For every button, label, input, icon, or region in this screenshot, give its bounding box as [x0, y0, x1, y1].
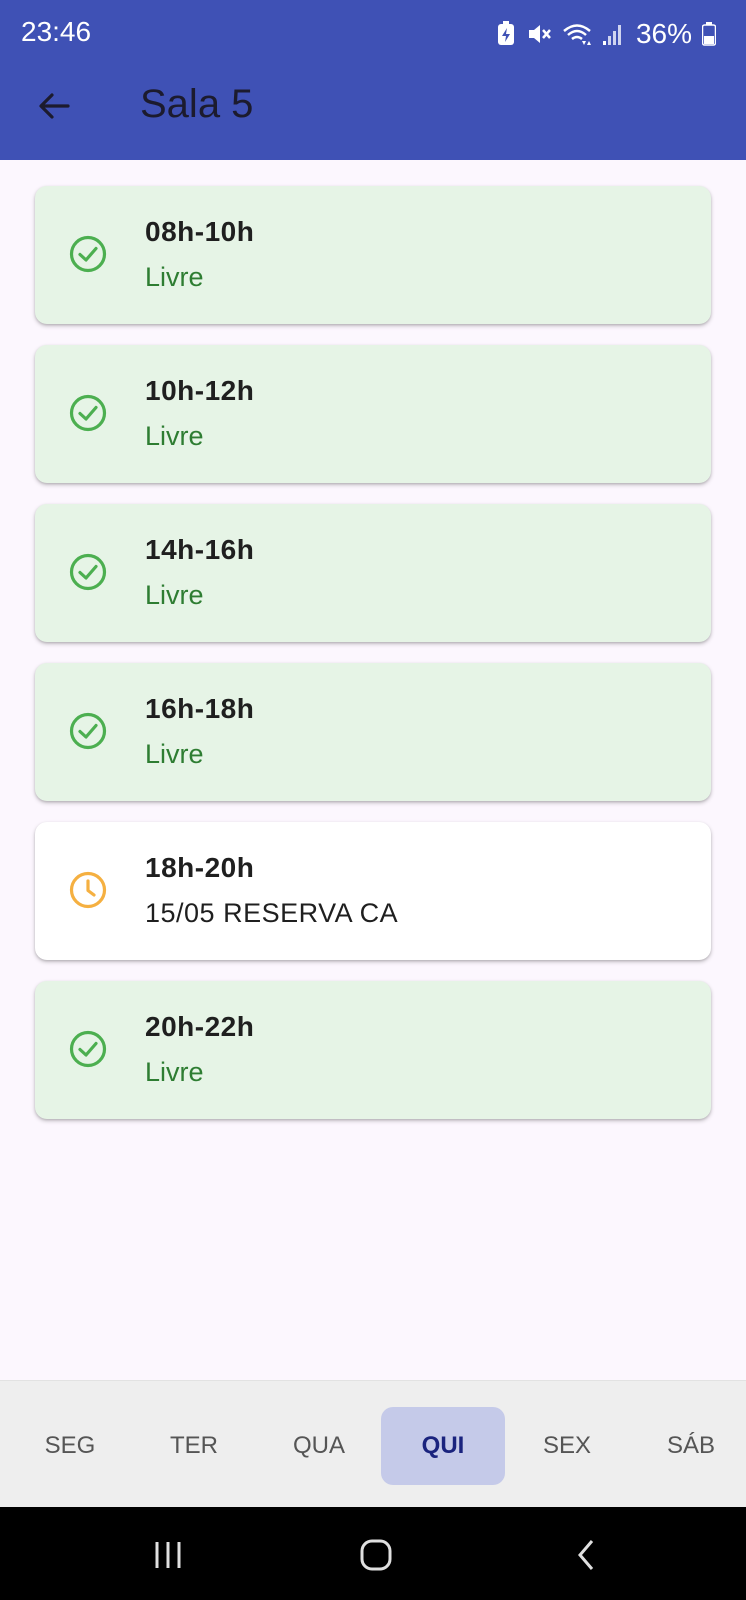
battery-icon: [702, 22, 716, 46]
recent-apps-icon: [155, 1542, 181, 1568]
slot-card[interactable]: 16h-18h Livre: [35, 663, 711, 801]
check-circle-icon: [69, 553, 107, 591]
status-icons: 36%: [496, 16, 716, 52]
tab-sex[interactable]: SEX: [505, 1407, 629, 1485]
wifi-icon: [562, 21, 592, 47]
battery-percent: 36%: [635, 18, 692, 49]
slot-card[interactable]: 14h-16h Livre: [35, 504, 711, 642]
check-circle-icon: [69, 394, 107, 432]
tab-ter[interactable]: TER: [132, 1407, 256, 1485]
check-circle-icon: [69, 712, 107, 750]
battery-saver-icon: [496, 21, 516, 47]
clock-icon: [69, 871, 107, 909]
tab-qua[interactable]: QUA: [257, 1407, 381, 1485]
slot-list: 08h-10h Livre 10h-12h Livre 14h-16h Livr…: [35, 186, 711, 1140]
home-button[interactable]: [352, 1531, 400, 1579]
tab-qui[interactable]: QUI: [381, 1407, 505, 1485]
chevron-left-icon: [578, 1540, 594, 1570]
slot-status: Livre: [145, 421, 204, 451]
slot-card[interactable]: 20h-22h Livre: [35, 981, 711, 1119]
day-tab-bar: SEG TER QUA QUI SEX SÁB: [0, 1380, 746, 1508]
slot-status: Livre: [145, 580, 204, 610]
slot-time: 08h-10h: [145, 216, 255, 247]
slot-time: 20h-22h: [145, 1011, 255, 1042]
signal-icon: [602, 21, 622, 47]
slot-time: 10h-12h: [145, 375, 255, 406]
app-bar: 23:46 36% Sala 5: [0, 0, 746, 160]
slot-status: 15/05 RESERVA CA: [145, 898, 399, 928]
home-icon: [360, 1539, 392, 1571]
status-time: 23:46: [21, 16, 92, 47]
slot-status: Livre: [145, 739, 204, 769]
mute-icon: [526, 21, 552, 47]
slot-status: Livre: [145, 1057, 204, 1087]
page-title: Sala 5: [140, 82, 254, 126]
tab-seg[interactable]: SEG: [8, 1407, 132, 1485]
arrow-left-icon: [39, 93, 70, 119]
check-circle-icon: [69, 1030, 107, 1068]
slot-time: 14h-16h: [145, 534, 255, 565]
check-circle-icon: [69, 235, 107, 273]
tab-sab[interactable]: SÁB: [629, 1407, 746, 1485]
system-back-button[interactable]: [562, 1531, 610, 1579]
system-navigation-bar: [0, 1507, 746, 1600]
back-button[interactable]: [30, 82, 78, 130]
slot-time: 16h-18h: [145, 693, 255, 724]
slot-status: Livre: [145, 262, 204, 292]
recent-apps-button[interactable]: [144, 1531, 192, 1579]
slot-card[interactable]: 08h-10h Livre: [35, 186, 711, 324]
slot-card-reserved[interactable]: 18h-20h 15/05 RESERVA CA: [35, 822, 711, 960]
slot-card[interactable]: 10h-12h Livre: [35, 345, 711, 483]
slot-time: 18h-20h: [145, 852, 255, 883]
